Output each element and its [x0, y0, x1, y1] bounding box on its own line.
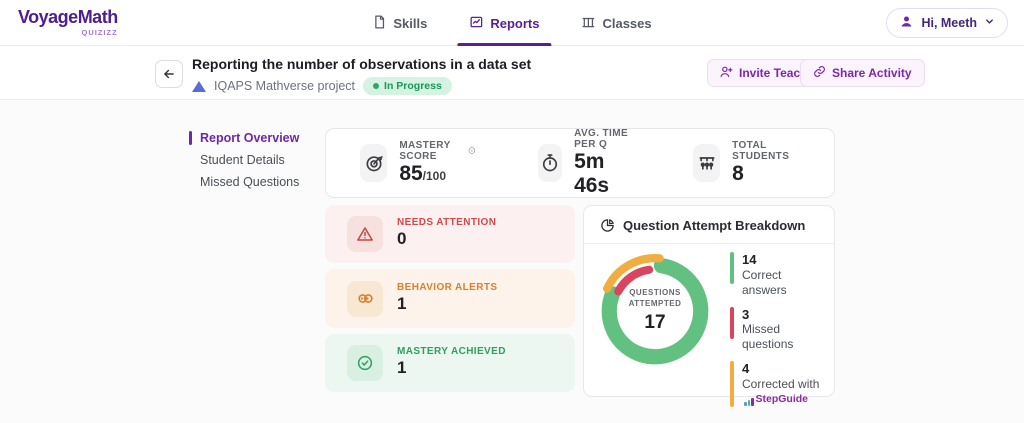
needs-attention-value: 0 — [397, 228, 496, 250]
stat-avg-time: Avg. Time Per Q 5m 46s — [538, 128, 631, 198]
sidebar-item-student-details[interactable]: Student Details — [200, 153, 285, 167]
legend-corrected-stepguide: 4 Corrected with StepGuide — [730, 361, 828, 407]
legend-missed-bar — [730, 307, 734, 339]
user-avatar-icon — [899, 14, 914, 32]
status-badge: In Progress — [363, 77, 452, 95]
legend-missed-questions: 3 Missed questions — [730, 307, 828, 353]
project-triangle-icon — [192, 81, 206, 92]
mastery-achieved-label: Mastery Achieved — [397, 346, 506, 357]
behavior-alerts-value: 1 — [397, 293, 497, 315]
summary-stats-card: Mastery Score 85/100 Avg. Time Per Q 5m … — [325, 128, 835, 198]
stepguide-bars-icon — [744, 398, 754, 406]
stat-mastery-suffix: /100 — [423, 169, 446, 183]
legend-missed-label: Missed questions — [742, 322, 828, 352]
attempts-donut-chart: QUESTIONS ATTEMPTED 17 — [594, 250, 716, 372]
link-icon — [813, 65, 826, 81]
target-icon — [360, 144, 387, 182]
report-header: Reporting the number of observations in … — [0, 46, 1024, 100]
stat-mastery-label-row: Mastery Score — [399, 140, 476, 162]
legend-correct-bar — [730, 252, 734, 284]
legend-corrected-label: Corrected with — [742, 377, 819, 391]
behavior-alerts-label: Behavior Alerts — [397, 282, 497, 293]
needs-attention-card[interactable]: Needs Attention 0 — [325, 205, 575, 263]
status-badge-label: In Progress — [384, 80, 442, 92]
tab-skills-label: Skills — [393, 16, 427, 31]
tab-reports-label: Reports — [490, 16, 539, 31]
breakdown-body: QUESTIONS ATTEMPTED 17 14 Correct answer… — [584, 244, 834, 388]
share-activity-label: Share Activity — [832, 66, 912, 80]
stat-mastery-value: 85 — [399, 162, 422, 185]
nav-tabs: Skills Reports Classes — [368, 0, 655, 46]
behavior-alerts-card[interactable]: Behavior Alerts 1 — [325, 269, 575, 328]
brand-name: VoyageMath — [18, 7, 118, 27]
brand-logo[interactable]: VoyageMath QUIZIZZ — [18, 8, 118, 37]
breakdown-legend: 14 Correct answers 3 Missed questions 4 — [730, 252, 828, 407]
mastery-achieved-card[interactable]: Mastery Achieved 1 — [325, 334, 575, 392]
eyes-icon — [347, 281, 383, 317]
arrow-left-icon — [162, 67, 176, 81]
stopwatch-icon — [538, 144, 562, 182]
brand-subtext: QUIZIZZ — [18, 29, 118, 37]
sidebar-item-report-overview[interactable]: Report Overview — [200, 131, 299, 145]
tab-skills[interactable]: Skills — [368, 0, 431, 46]
status-dot-icon — [373, 83, 379, 89]
check-circle-icon — [347, 345, 383, 381]
share-activity-button[interactable]: Share Activity — [800, 59, 925, 87]
stepguide-name: StepGuide — [756, 393, 809, 406]
chevron-down-icon — [984, 16, 995, 30]
user-menu-button[interactable]: Hi, Meeth — [886, 8, 1008, 38]
stepguide-logo: StepGuide — [744, 393, 808, 406]
tab-classes-label: Classes — [602, 16, 651, 31]
stat-total-students-value: 8 — [732, 162, 800, 186]
info-icon[interactable] — [468, 145, 476, 156]
legend-correct-value: 14 — [742, 252, 828, 268]
reports-chart-icon — [469, 15, 483, 32]
legend-correct-answers: 14 Correct answers — [730, 252, 828, 298]
mastery-achieved-value: 1 — [397, 357, 506, 379]
warning-triangle-icon — [347, 216, 383, 252]
breakdown-title: Question Attempt Breakdown — [623, 218, 805, 233]
report-page: VoyageMath QUIZIZZ Skills Reports Cla — [0, 0, 1024, 423]
stat-total-students-label: Total Students — [732, 140, 800, 162]
legend-corrected-bar — [730, 361, 734, 407]
tab-reports[interactable]: Reports — [465, 0, 543, 46]
legend-corrected-value: 4 — [742, 361, 828, 377]
report-subtitle-row: IQAPS Mathverse project In Progress — [192, 77, 452, 95]
breakdown-header: Question Attempt Breakdown — [584, 206, 834, 244]
project-name: IQAPS Mathverse project — [214, 79, 355, 93]
report-title: Reporting the number of observations in … — [192, 56, 531, 72]
top-navigation: VoyageMath QUIZIZZ Skills Reports Cla — [0, 0, 1024, 46]
stat-total-students: Total Students 8 — [693, 140, 800, 186]
stat-mastery-label: Mastery Score — [399, 140, 464, 162]
user-greeting: Hi, Meeth — [921, 16, 977, 30]
students-icon — [693, 144, 720, 182]
stat-mastery-value-row: 85/100 — [399, 162, 476, 186]
person-plus-icon — [720, 65, 733, 81]
question-attempt-breakdown-card: Question Attempt Breakdown QUESTIONS ATT… — [583, 205, 835, 397]
skills-doc-icon — [372, 15, 386, 32]
classes-icon — [581, 15, 595, 32]
stat-avg-time-label: Avg. Time Per Q — [574, 128, 631, 150]
stat-mastery-score: Mastery Score 85/100 — [360, 140, 476, 186]
needs-attention-label: Needs Attention — [397, 217, 496, 228]
stat-avg-time-value: 5m 46s — [574, 150, 631, 198]
tab-classes[interactable]: Classes — [577, 0, 655, 46]
back-button[interactable] — [155, 60, 183, 88]
sidebar-item-missed-questions[interactable]: Missed Questions — [200, 175, 299, 189]
pie-chart-icon — [600, 218, 615, 233]
legend-missed-value: 3 — [742, 307, 828, 323]
legend-correct-label: Correct answers — [742, 268, 828, 298]
